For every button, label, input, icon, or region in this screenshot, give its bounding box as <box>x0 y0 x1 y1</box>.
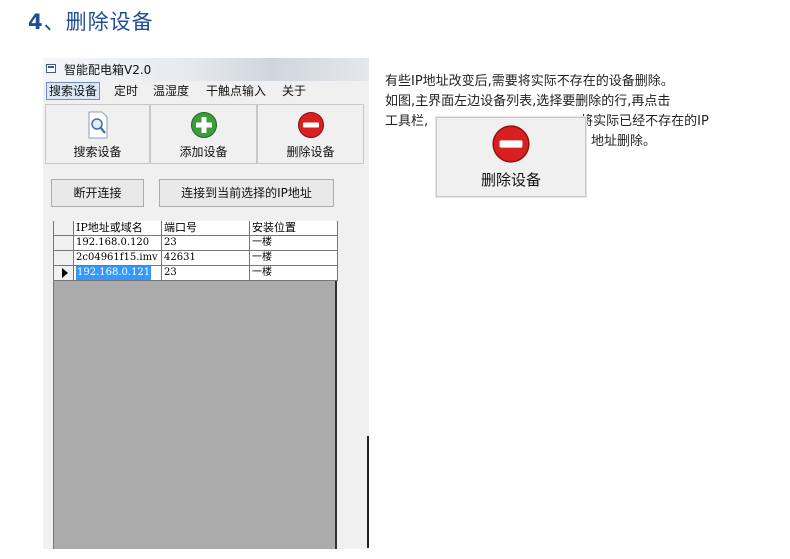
cell-ip[interactable]: 192.168.0.120 <box>74 236 162 251</box>
cell-location[interactable]: 一楼 <box>250 236 338 251</box>
cell-ip[interactable]: 192.168.0.121 <box>74 266 162 281</box>
row-header[interactable] <box>54 266 74 281</box>
device-table: IP地址或域名 端口号 安装位置 192.168.0.120 23 一楼 2c0… <box>53 221 338 549</box>
plus-circle-icon <box>190 112 217 138</box>
toolbar: 搜索设备 添加设备 删除设备 <box>43 104 369 164</box>
app-window: 智能配电箱V2.0 搜索设备 定时 温湿度 干触点输入 关于 搜索设备 添加设备 <box>43 58 369 549</box>
table-header: IP地址或域名 端口号 安装位置 <box>54 221 338 236</box>
description-text: 工具栏, <box>385 114 429 129</box>
delete-device-button-zoom: 删除设备 <box>436 117 586 197</box>
selected-ip-text: 192.168.0.121 <box>76 266 152 280</box>
magnifier-icon <box>88 111 107 139</box>
current-row-arrow-icon <box>62 268 68 278</box>
table-row-selected[interactable]: 192.168.0.121 23 一楼 <box>54 266 338 281</box>
add-device-button[interactable]: 添加设备 <box>150 104 257 164</box>
row-header-corner <box>54 221 74 236</box>
window-edge <box>367 436 369 548</box>
search-devices-button[interactable]: 搜索设备 <box>45 104 150 164</box>
column-header-port[interactable]: 端口号 <box>162 221 250 236</box>
delete-device-label: 删除设备 <box>286 145 335 159</box>
minus-circle-icon <box>297 112 324 138</box>
section-number: 4 <box>28 10 44 34</box>
delete-device-zoom-label: 删除设备 <box>480 171 541 189</box>
window-title: 智能配电箱V2.0 <box>64 63 152 77</box>
app-icon <box>46 64 56 73</box>
description-line: 如图,主界面左边设备列表,选择要删除的行,再点击 <box>385 94 671 109</box>
delete-device-button[interactable]: 删除设备 <box>257 104 364 164</box>
add-device-label: 添加设备 <box>179 145 228 159</box>
menu-dry-contact-input[interactable]: 干触点输入 <box>204 83 268 99</box>
cell-ip[interactable]: 2c04961f15.imv <box>74 251 162 266</box>
description-line: 有些IP地址改变后,需要将实际不存在的设备删除。 <box>385 74 674 89</box>
section-title: 、删除设备 <box>43 10 154 34</box>
title-bar: 智能配电箱V2.0 <box>43 58 369 81</box>
row-header[interactable] <box>54 236 74 251</box>
cell-port[interactable]: 42631 <box>162 251 250 266</box>
search-devices-label: 搜索设备 <box>73 145 122 159</box>
minus-circle-icon <box>492 125 530 163</box>
menu-temperature-humidity[interactable]: 温湿度 <box>151 83 191 99</box>
page-title: 4、删除设备 <box>28 6 154 36</box>
cell-port[interactable]: 23 <box>162 236 250 251</box>
description-text: 将实际已经不存在的IP <box>580 114 709 129</box>
table-row[interactable]: 192.168.0.120 23 一楼 <box>54 236 338 251</box>
menu-timer[interactable]: 定时 <box>112 83 140 99</box>
menu-bar: 搜索设备 定时 温湿度 干触点输入 关于 <box>43 82 369 100</box>
table-row[interactable]: 2c04961f15.imv 42631 一楼 <box>54 251 338 266</box>
cell-location[interactable]: 一楼 <box>250 266 338 281</box>
cell-port[interactable]: 23 <box>162 266 250 281</box>
connect-selected-ip-button[interactable]: 连接到当前选择的IP地址 <box>159 179 334 207</box>
disconnect-button[interactable]: 断开连接 <box>51 179 144 207</box>
column-header-location[interactable]: 安装位置 <box>250 221 338 236</box>
row-header[interactable] <box>54 251 74 266</box>
cell-location[interactable]: 一楼 <box>250 251 338 266</box>
column-header-ip[interactable]: IP地址或域名 <box>74 221 162 236</box>
menu-search-devices[interactable]: 搜索设备 <box>46 82 101 100</box>
menu-about[interactable]: 关于 <box>280 83 308 99</box>
